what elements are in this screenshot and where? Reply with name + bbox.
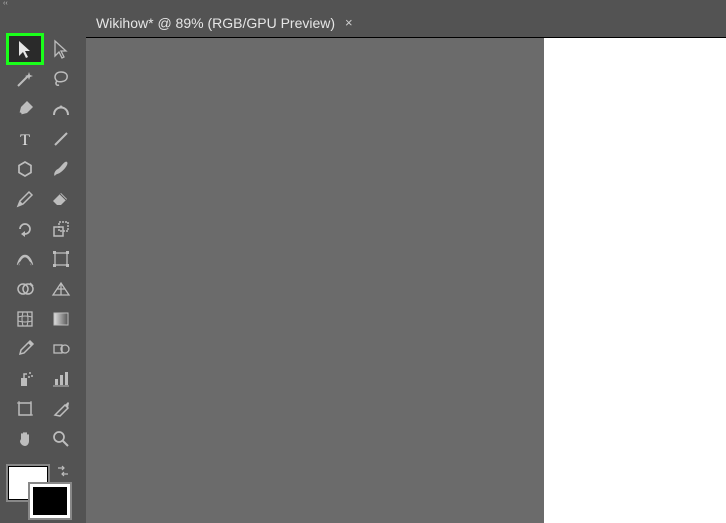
pencil-tool[interactable] [7,184,43,214]
hexagon-icon [15,159,35,179]
magic-wand-tool[interactable] [7,64,43,94]
zoom-icon [51,429,71,449]
pen-tool[interactable] [7,94,43,124]
width-tool[interactable] [7,244,43,274]
line-icon [51,129,71,149]
magic-wand-icon [15,69,35,89]
type-icon: T [15,129,35,149]
artboard-icon [15,399,35,419]
pasteboard [86,38,544,523]
width-icon [15,249,35,269]
hand-icon [15,429,35,449]
pen-icon [15,99,35,119]
tools-panel: T [0,8,86,523]
direct-selection-icon [51,39,71,59]
column-graph-tool[interactable] [43,364,79,394]
eraser-tool[interactable] [43,184,79,214]
panel-collapse-handle[interactable]: ‹‹ [0,0,86,8]
mesh-icon [15,309,35,329]
curvature-tool[interactable] [43,94,79,124]
lasso-icon [51,69,71,89]
stroke-color-swatch[interactable] [30,484,70,518]
shape-tool[interactable] [7,154,43,184]
blend-tool[interactable] [43,334,79,364]
rotate-icon [15,219,35,239]
line-segment-tool[interactable] [43,124,79,154]
shape-builder-icon [15,279,35,299]
scale-tool[interactable] [43,214,79,244]
shape-builder-tool[interactable] [7,274,43,304]
free-transform-icon [51,249,71,269]
eyedropper-icon [15,339,35,359]
slice-icon [51,399,71,419]
artboard-canvas [544,38,726,523]
eraser-icon [51,189,71,209]
gradient-icon [51,309,71,329]
mesh-tool[interactable] [7,304,43,334]
perspective-grid-icon [51,279,71,299]
direct-selection-tool[interactable] [43,34,79,64]
svg-text:T: T [20,132,30,149]
document-tab[interactable]: Wikihow* @ 89% (RGB/GPU Preview) × [86,8,363,37]
rotate-tool[interactable] [7,214,43,244]
blend-icon [51,339,71,359]
document-tab-title: Wikihow* @ 89% (RGB/GPU Preview) [96,15,335,31]
selection-tool[interactable] [7,34,43,64]
canvas-viewport[interactable] [86,38,726,523]
tab-close-button[interactable]: × [345,15,353,30]
artboard-tool[interactable] [7,394,43,424]
paintbrush-tool[interactable] [43,154,79,184]
hand-tool[interactable] [7,424,43,454]
document-area: Wikihow* @ 89% (RGB/GPU Preview) × [86,8,726,523]
slice-tool[interactable] [43,394,79,424]
paintbrush-icon [51,159,71,179]
symbol-sprayer-icon [15,369,35,389]
zoom-tool[interactable] [43,424,79,454]
free-transform-tool[interactable] [43,244,79,274]
column-graph-icon [51,369,71,389]
curvature-icon [51,99,71,119]
color-swatches [8,466,68,523]
pencil-icon [15,189,35,209]
type-tool[interactable]: T [7,124,43,154]
perspective-grid-tool[interactable] [43,274,79,304]
tools-grid: T [7,10,79,454]
eyedropper-tool[interactable] [7,334,43,364]
selection-icon [15,39,35,59]
gradient-tool[interactable] [43,304,79,334]
symbol-sprayer-tool[interactable] [7,364,43,394]
document-tab-bar: Wikihow* @ 89% (RGB/GPU Preview) × [86,8,726,38]
scale-icon [51,219,71,239]
swap-colors-icon[interactable] [56,464,70,478]
lasso-tool[interactable] [43,64,79,94]
